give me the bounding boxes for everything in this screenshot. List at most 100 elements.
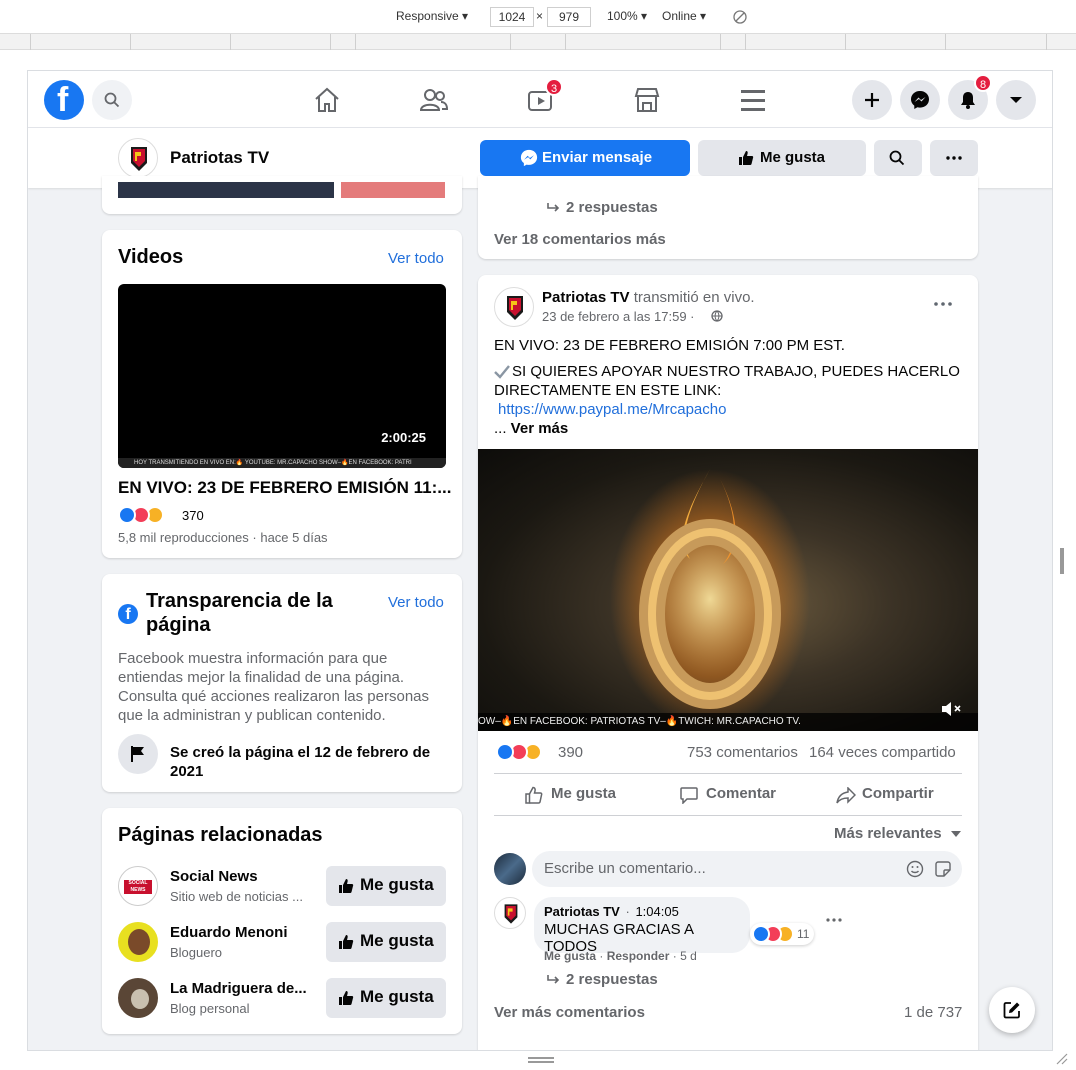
compose-icon <box>1003 1002 1020 1019</box>
comment-reply-link[interactable]: Responder <box>607 949 670 963</box>
related-page-like-button[interactable]: Me gusta <box>326 922 446 962</box>
device-selector[interactable]: Responsive ▾ <box>396 9 468 23</box>
more-icon <box>946 156 962 160</box>
comment-action-button[interactable]: Comentar <box>706 785 776 802</box>
social-news-logo: SOCIAL NEWS <box>124 880 152 894</box>
video-duration: 2:00:25 <box>381 430 426 445</box>
zoom-selector[interactable]: 100% ▾ <box>607 9 647 23</box>
comment-actions-dot: · <box>599 949 604 963</box>
page-search-button[interactable] <box>874 140 922 176</box>
related-page-avatar[interactable]: SOCIAL NEWS <box>118 866 158 906</box>
emoji-icon[interactable] <box>906 860 924 878</box>
corner-resize-icon[interactable] <box>1056 1053 1068 1065</box>
thumbs-up-icon <box>339 991 354 1005</box>
home-icon[interactable] <box>312 85 342 115</box>
transparency-description-line: Consulta qué acciones realizaron las per… <box>118 688 430 705</box>
sticker-icon[interactable] <box>934 860 952 878</box>
post-shares-count[interactable]: 164 veces compartido <box>809 744 956 761</box>
videos-see-all-link[interactable]: Ver todo <box>388 250 444 267</box>
photo-thumbnail[interactable] <box>341 182 445 198</box>
like-action-button[interactable]: Me gusta <box>551 785 616 802</box>
see-more-link[interactable]: Ver más <box>511 420 569 437</box>
live-video-player[interactable]: OW–🔥EN FACEBOOK: PATRIOTAS TV–🔥TWICH: MR… <box>478 449 978 731</box>
video-reactions[interactable] <box>118 506 178 526</box>
network-selector[interactable]: Online ▾ <box>662 9 706 23</box>
post-comments-count[interactable]: 753 comentarios <box>687 744 798 761</box>
live-post-card: Patriotas TV transmitió en vivo. 23 de f… <box>478 275 978 1050</box>
menu-icon[interactable] <box>738 85 768 115</box>
related-page-name[interactable]: Social News <box>170 868 258 885</box>
device-label: Responsive <box>396 9 459 23</box>
post-timestamp[interactable]: 23 de febrero a las 17:59 · <box>542 309 695 324</box>
messenger-button[interactable] <box>900 80 940 120</box>
photo-thumbnail[interactable] <box>118 182 334 198</box>
height-input[interactable]: 979 <box>547 7 591 27</box>
facebook-logo[interactable]: f <box>44 80 84 120</box>
comment-author-avatar[interactable] <box>494 897 526 929</box>
post-reaction-count[interactable]: 390 <box>558 744 583 761</box>
related-pages-title: Páginas relacionadas <box>118 824 323 846</box>
like-page-button[interactable]: Me gusta <box>698 140 866 176</box>
post-text-line: SI QUIERES APOYAR NUESTRO TRABAJO, PUEDE… <box>512 363 960 380</box>
comment-bubble: Patriotas TV · 1:04:05 MUCHAS GRACIAS A … <box>534 897 750 955</box>
thumbs-up-outline-icon <box>525 786 543 804</box>
width-input[interactable]: 1024 <box>490 7 534 27</box>
bottom-resize-handle[interactable] <box>528 1057 554 1063</box>
related-page-like-label: Me gusta <box>360 875 434 894</box>
post-reactions[interactable] <box>496 743 556 763</box>
related-page-like-button[interactable]: Me gusta <box>326 866 446 906</box>
dimension-separator: × <box>536 9 544 23</box>
zoom-label: 100% <box>607 9 638 23</box>
muted-speaker-icon[interactable] <box>940 701 962 717</box>
related-page-avatar[interactable] <box>118 978 158 1018</box>
related-page-like-label: Me gusta <box>360 931 434 950</box>
video-ticker: HOY TRANSMITIENDO EN VIVO EN:🔥 YOUTUBE: … <box>118 458 446 468</box>
more-comments-link[interactable]: Ver más comentarios <box>494 1004 645 1021</box>
comment-like-link[interactable]: Me gusta <box>544 949 596 963</box>
related-page-avatar[interactable] <box>118 922 158 962</box>
patriotas-logo-icon <box>131 147 147 171</box>
comment-sort-dropdown[interactable]: Más relevantes <box>834 825 962 842</box>
friends-icon[interactable] <box>419 85 449 115</box>
marketplace-icon[interactable] <box>632 85 662 115</box>
video-thumbnail[interactable]: 2:00:25 HOY TRANSMITIENDO EN VIVO EN:🔥 Y… <box>118 284 446 468</box>
rotate-icon[interactable] <box>733 10 747 24</box>
current-user-avatar[interactable] <box>494 853 526 885</box>
page-name[interactable]: Patriotas TV <box>170 148 269 168</box>
comment-replies-link[interactable]: 2 respuestas <box>566 971 658 988</box>
comment-input[interactable]: Escribe un comentario... <box>532 851 962 887</box>
like-reaction-icon <box>496 743 514 761</box>
page-more-button[interactable] <box>930 140 978 176</box>
related-page-name[interactable]: Eduardo Menoni <box>170 924 288 941</box>
check-mark-icon <box>494 365 510 379</box>
side-resize-handle[interactable] <box>1060 548 1064 574</box>
share-action-button[interactable]: Compartir <box>862 785 934 802</box>
post-author-avatar[interactable] <box>494 287 534 327</box>
create-button[interactable] <box>852 80 892 120</box>
previous-post-replies-link[interactable]: 2 respuestas <box>566 199 658 216</box>
video-title[interactable]: EN VIVO: 23 DE FEBRERO EMISIÓN 11:... <box>118 478 451 498</box>
new-message-button[interactable] <box>989 987 1035 1033</box>
post-options-icon[interactable] <box>934 302 952 306</box>
comment-reactions[interactable]: 11 <box>750 923 814 945</box>
media-query-ruler <box>0 34 1076 50</box>
page-avatar[interactable] <box>118 138 158 178</box>
comment-age: · 5 d <box>672 949 697 963</box>
comment-options-icon[interactable] <box>826 918 842 922</box>
patriotas-logo-icon <box>507 296 523 320</box>
like-page-label: Me gusta <box>760 149 826 166</box>
send-message-button[interactable]: Enviar mensaje <box>480 140 690 176</box>
account-menu-button[interactable] <box>996 80 1036 120</box>
related-page-name[interactable]: La Madriguera de... <box>170 980 307 997</box>
search-button[interactable] <box>92 80 132 120</box>
transparency-see-all-link[interactable]: Ver todo <box>388 594 444 611</box>
facebook-header: f 3 8 <box>28 71 1052 128</box>
reply-arrow-icon <box>547 975 560 984</box>
comment-author[interactable]: Patriotas TV <box>544 904 620 919</box>
previous-post-more-comments-link[interactable]: Ver 18 comentarios más <box>494 231 666 248</box>
paypal-link[interactable]: https://www.paypal.me/Mrcapacho <box>498 401 726 418</box>
related-page-like-button[interactable]: Me gusta <box>326 978 446 1018</box>
post-author-name[interactable]: Patriotas TV <box>542 289 630 306</box>
comments-pagination: 1 de 737 <box>904 1004 963 1021</box>
patriotas-logo-icon <box>504 904 518 924</box>
